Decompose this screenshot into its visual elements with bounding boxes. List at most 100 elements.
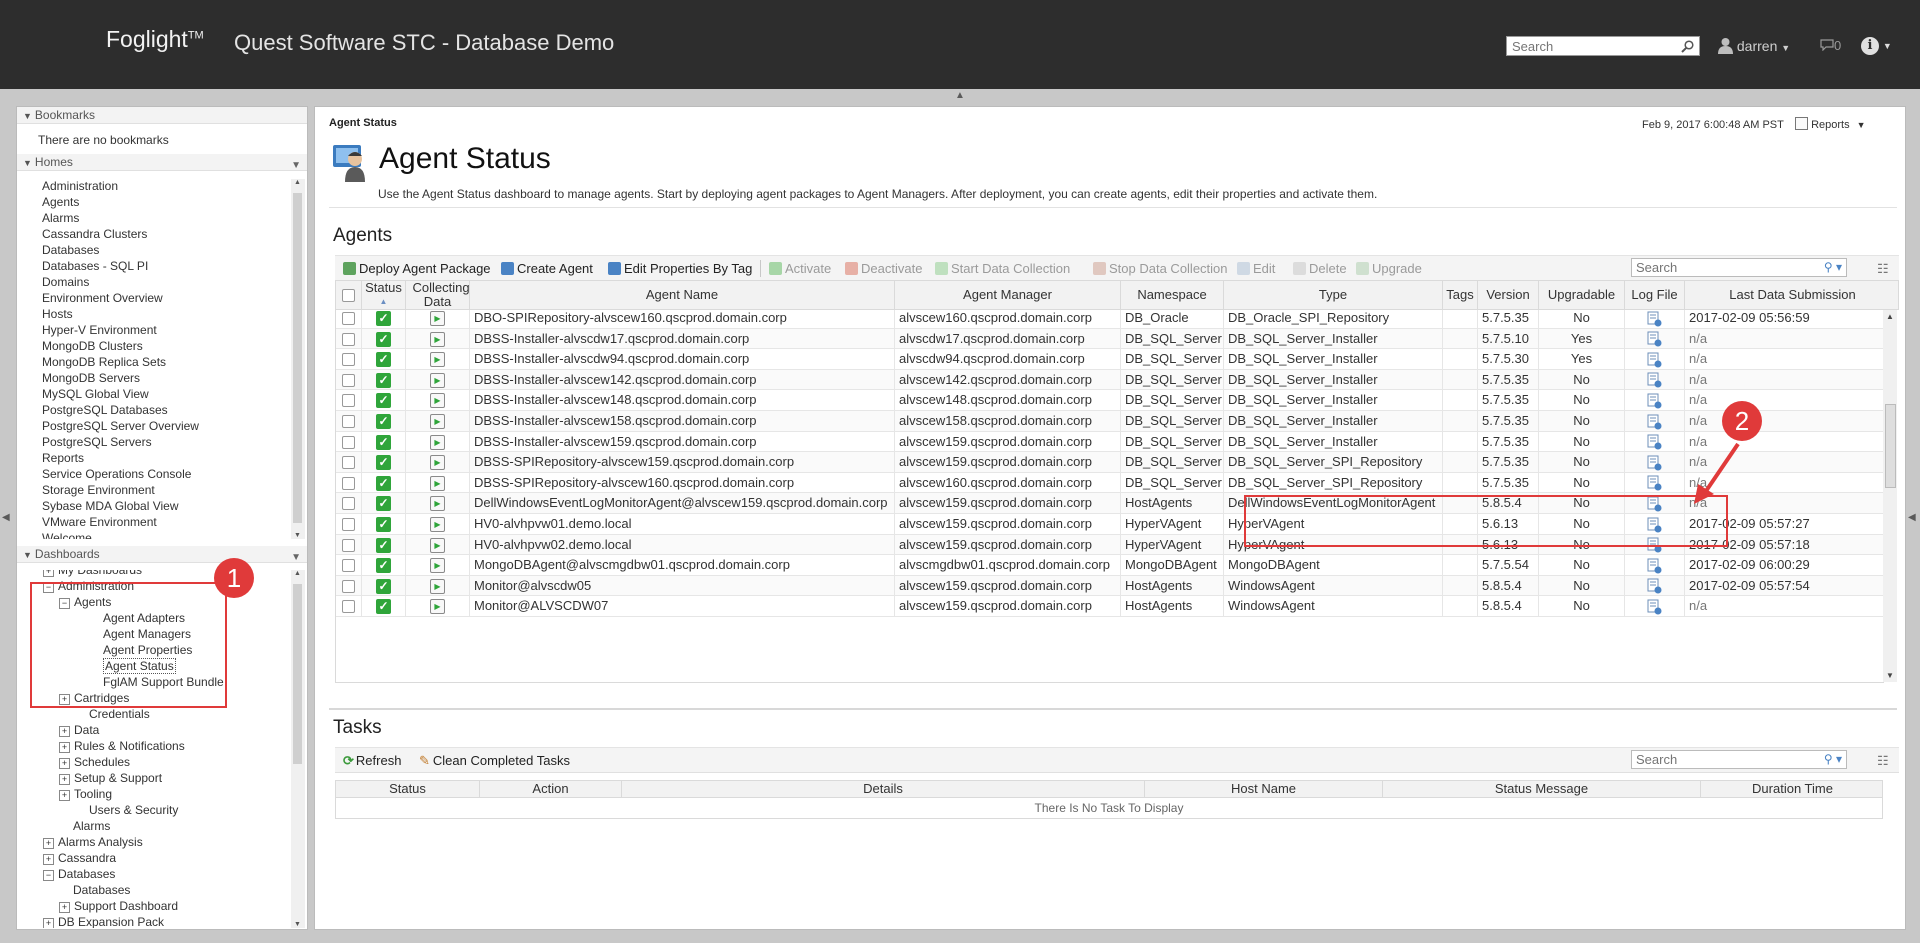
collapse-icon[interactable]: − bbox=[43, 870, 54, 881]
table-row[interactable]: ✓ ▶ DBSS-SPIRepository-alvscew159.qscprod.… bbox=[336, 452, 1884, 473]
row-checkbox[interactable] bbox=[342, 476, 355, 490]
task-col-duration[interactable]: Duration Time bbox=[1700, 781, 1884, 797]
col-collecting-data[interactable]: Collecting Data bbox=[405, 281, 470, 309]
agents-scrollbar[interactable]: ▲ ▼ bbox=[1883, 310, 1897, 682]
search-icon[interactable]: ⚲ ▾ bbox=[1824, 752, 1842, 766]
search-icon[interactable] bbox=[1681, 40, 1694, 53]
row-checkbox[interactable] bbox=[342, 497, 355, 511]
log-file-icon[interactable] bbox=[1647, 372, 1662, 388]
log-file-icon[interactable] bbox=[1647, 434, 1662, 450]
row-checkbox[interactable] bbox=[342, 456, 355, 470]
header-search-box[interactable] bbox=[1506, 36, 1700, 56]
col-agent-manager[interactable]: Agent Manager bbox=[894, 281, 1120, 309]
col-namespace[interactable]: Namespace bbox=[1120, 281, 1223, 309]
delete-button[interactable]: Delete bbox=[1293, 261, 1347, 276]
tasks-search-box[interactable]: ⚲ ▾ bbox=[1631, 750, 1847, 769]
table-row[interactable]: ✓ ▶ DBSS-Installer-alvscew159.qscprod.doma… bbox=[336, 431, 1884, 453]
tree-item[interactable]: + My Dashboards bbox=[43, 570, 142, 577]
tree-item[interactable]: Credentials bbox=[89, 707, 150, 721]
row-checkbox[interactable] bbox=[342, 394, 355, 408]
tree-item[interactable]: + Schedules bbox=[59, 755, 130, 769]
home-link[interactable]: VMware Environment bbox=[42, 515, 157, 529]
col-version[interactable]: Version bbox=[1477, 281, 1538, 309]
tree-item[interactable]: − Databases bbox=[43, 867, 115, 881]
expand-icon[interactable]: + bbox=[59, 902, 70, 913]
table-row[interactable]: ✓ ▶ DBSS-Installer-alvscdw17.qscprod.domai… bbox=[336, 328, 1884, 350]
expand-icon[interactable]: + bbox=[59, 774, 70, 785]
home-link[interactable]: Welcome bbox=[42, 531, 92, 539]
collapse-up-arrow-icon[interactable]: ▲ bbox=[955, 90, 965, 101]
tasks-search-input[interactable] bbox=[1632, 751, 1800, 768]
start-data-collection-button[interactable]: Start Data Collection bbox=[935, 261, 1070, 276]
table-row[interactable]: ✓ ▶ DBSS-Installer-alvscew142.qscprod.doma… bbox=[336, 369, 1884, 391]
expand-icon[interactable]: + bbox=[59, 790, 70, 801]
homes-scrollbar[interactable]: ▲ ▼ bbox=[291, 179, 305, 539]
home-link[interactable]: Alarms bbox=[42, 211, 79, 225]
column-options-icon[interactable]: ☷ bbox=[1877, 261, 1889, 277]
home-link[interactable]: Environment Overview bbox=[42, 291, 163, 305]
select-all-header[interactable] bbox=[336, 281, 361, 309]
home-link[interactable]: Cassandra Clusters bbox=[42, 227, 147, 241]
task-col-action[interactable]: Action bbox=[479, 781, 621, 797]
table-row[interactable]: ✓ ▶ DBSS-SPIRepository-alvscew160.qscprod.… bbox=[336, 472, 1884, 494]
expand-icon[interactable]: + bbox=[59, 758, 70, 769]
tree-item[interactable]: + Setup & Support bbox=[59, 771, 162, 785]
log-file-icon[interactable] bbox=[1647, 352, 1662, 368]
table-row[interactable]: ✓ ▶ Monitor@alvscdw05 alvscew159.qscprod.do… bbox=[336, 575, 1884, 597]
log-file-icon[interactable] bbox=[1647, 599, 1662, 615]
expand-icon[interactable]: + bbox=[43, 918, 54, 928]
log-file-icon[interactable] bbox=[1647, 558, 1662, 574]
col-status[interactable]: Status ▲ bbox=[361, 281, 405, 309]
row-checkbox[interactable] bbox=[342, 312, 355, 326]
row-checkbox[interactable] bbox=[342, 600, 355, 614]
table-row[interactable]: ✓ ▶ DBSS-Installer-alvscdw94.qscprod.domai… bbox=[336, 349, 1884, 370]
home-link[interactable]: MongoDB Replica Sets bbox=[42, 355, 166, 369]
help-menu[interactable]: i ▼ bbox=[1861, 36, 1892, 55]
home-link[interactable]: Databases bbox=[42, 243, 99, 257]
row-checkbox[interactable] bbox=[342, 353, 355, 367]
tree-item[interactable]: + Cassandra bbox=[43, 851, 116, 865]
stop-data-collection-button[interactable]: Stop Data Collection bbox=[1093, 261, 1228, 276]
filter-icon[interactable]: ▼ bbox=[291, 157, 301, 174]
homes-header[interactable]: ▼ Homes ▼ bbox=[17, 154, 307, 171]
row-checkbox[interactable] bbox=[342, 435, 355, 449]
column-options-icon[interactable]: ☷ bbox=[1877, 753, 1889, 769]
home-link[interactable]: Agents bbox=[42, 195, 79, 209]
home-link[interactable]: Reports bbox=[42, 451, 84, 465]
activate-button[interactable]: Activate bbox=[769, 261, 831, 276]
bookmarks-header[interactable]: ▼ Bookmarks bbox=[17, 107, 307, 124]
tree-item[interactable]: + Tooling bbox=[59, 787, 112, 801]
row-checkbox[interactable] bbox=[342, 579, 355, 593]
agents-search-input[interactable] bbox=[1632, 259, 1800, 276]
home-link[interactable]: Storage Environment bbox=[42, 483, 155, 497]
home-link[interactable]: PostgreSQL Servers bbox=[42, 435, 152, 449]
col-last-data-submission[interactable]: Last Data Submission bbox=[1684, 281, 1900, 309]
tree-item[interactable]: Alarms bbox=[73, 819, 110, 833]
col-log-file[interactable]: Log File bbox=[1624, 281, 1684, 309]
dashboards-header[interactable]: ▼ Dashboards ▼ bbox=[17, 546, 307, 563]
log-file-icon[interactable] bbox=[1647, 331, 1662, 347]
row-checkbox[interactable] bbox=[342, 415, 355, 429]
table-row[interactable]: ✓ ▶ DBSS-Installer-alvscew148.qscprod.doma… bbox=[336, 390, 1884, 411]
table-row[interactable]: ✓ ▶ DBSS-Installer-alvscew158.qscprod.doma… bbox=[336, 411, 1884, 432]
expand-icon[interactable]: + bbox=[43, 570, 54, 577]
brand-logo[interactable]: FoglightTM bbox=[106, 26, 204, 53]
edit-properties-by-tag-button[interactable]: Edit Properties By Tag bbox=[608, 261, 752, 276]
log-file-icon[interactable] bbox=[1647, 311, 1662, 327]
home-link[interactable]: Domains bbox=[42, 275, 89, 289]
clean-completed-tasks-button[interactable]: ✎ Clean Completed Tasks bbox=[419, 753, 570, 769]
create-agent-button[interactable]: Create Agent bbox=[501, 261, 593, 276]
edit-button[interactable]: Edit bbox=[1237, 261, 1275, 276]
home-link[interactable]: PostgreSQL Databases bbox=[42, 403, 168, 417]
home-link[interactable]: PostgreSQL Server Overview bbox=[42, 419, 199, 433]
header-search-input[interactable] bbox=[1507, 37, 1677, 55]
select-all-checkbox[interactable] bbox=[342, 288, 355, 302]
tree-item[interactable]: + Rules & Notifications bbox=[59, 739, 185, 753]
search-icon[interactable]: ⚲ ▾ bbox=[1824, 260, 1842, 274]
home-link[interactable]: MongoDB Servers bbox=[42, 371, 140, 385]
refresh-button[interactable]: ⟳ Refresh bbox=[343, 753, 401, 769]
collapse-left-arrow-icon[interactable]: ◀ bbox=[2, 512, 10, 523]
log-file-icon[interactable] bbox=[1647, 475, 1662, 491]
log-file-icon[interactable] bbox=[1647, 455, 1662, 471]
user-menu[interactable]: darren ▼ bbox=[1718, 37, 1790, 54]
